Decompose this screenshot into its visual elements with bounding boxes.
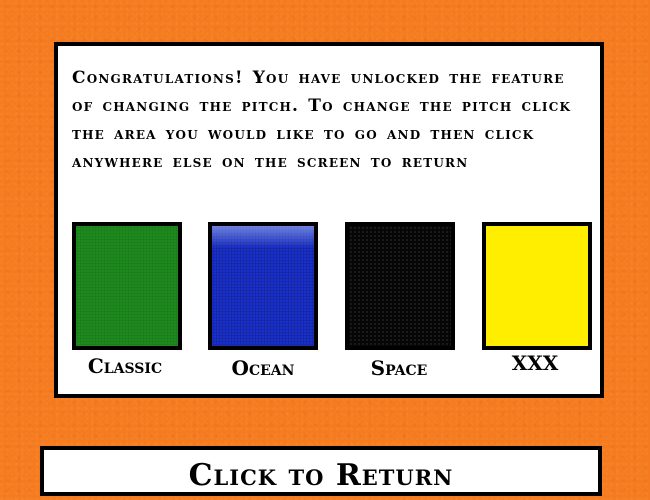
- pitch-label-ocean: Ocean: [231, 356, 295, 380]
- click-to-return-button[interactable]: Click to Return: [40, 446, 602, 496]
- pitch-swatch-xxx[interactable]: [482, 222, 592, 350]
- pitch-label-classic: Classic: [87, 354, 163, 378]
- pitch-swatch-ocean[interactable]: [208, 222, 318, 350]
- pitch-label-space: Space: [370, 356, 428, 380]
- pitch-unlock-screen[interactable]: { "message": { "text": "Congratulations!…: [0, 0, 650, 500]
- unlock-message-panel: Congratulations! You have unlocked the f…: [54, 42, 604, 398]
- pitch-label-xxx: XXX: [511, 351, 559, 375]
- pitch-swatch-space[interactable]: [345, 222, 455, 350]
- click-to-return-label: Click to Return: [188, 458, 454, 493]
- pitch-swatch-classic[interactable]: [72, 222, 182, 350]
- unlock-message-text: Congratulations! You have unlocked the f…: [72, 68, 572, 172]
